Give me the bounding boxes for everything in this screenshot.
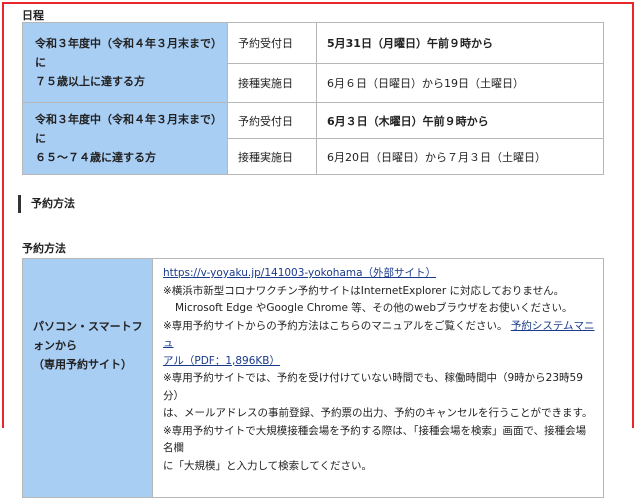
method-sub-heading: 予約方法 xyxy=(22,242,66,255)
method-section-heading: 予約方法 xyxy=(18,195,75,213)
schedule-label: 接種実施日 xyxy=(227,63,317,103)
schedule-label: 接種実施日 xyxy=(227,138,317,175)
method-content: https://v-yoyaku.jp/141003-yokohama（外部サイ… xyxy=(152,258,604,498)
schedule-label: 予約受付日 xyxy=(227,102,317,139)
schedule-value: 6月６日（日曜日）から19日（土曜日） xyxy=(316,63,604,103)
schedule-target-65-74: 令和３年度中（令和４年３月末まで）に ６５～７４歳に達する方 xyxy=(22,102,228,175)
note-browser: ※横浜市新型コロナワクチン予約サイトはInternetExplorer に対応し… xyxy=(163,284,565,297)
note-browser-cont: Microsoft Edge やGoogle Chrome 等、その他のwebブ… xyxy=(175,302,573,314)
schedule-value: 6月３日（木曜日）午前９時から xyxy=(316,102,604,139)
note-hours-cont: は、メールアドレスの事前登録、予約票の出力、予約のキャンセルを行うことができます… xyxy=(163,407,593,419)
note-manual: ※専用予約サイトからの予約方法はこちらのマニュアルをご覧ください。 xyxy=(163,319,508,332)
schedule-table: 令和３年度中（令和４年３月末まで）に ７５歳以上に達する方 予約受付日 5月31… xyxy=(22,22,604,175)
schedule-target-75-over: 令和３年度中（令和４年３月末まで）に ７５歳以上に達する方 xyxy=(22,22,228,103)
note-large-venue-cont: に「大規模」と入力して検索してください。 xyxy=(163,459,373,472)
method-row-label: パソコン・スマートフ ォンから （専用予約サイト） xyxy=(22,258,153,498)
schedule-value: 6月20日（日曜日）から７月３日（土曜日） xyxy=(316,138,604,175)
schedule-label: 予約受付日 xyxy=(227,22,317,64)
note-hours: ※専用予約サイトでは、予約を受け付けていない時間でも、稼働時間中（9時から23時… xyxy=(163,372,583,402)
schedule-heading: 日程 xyxy=(22,9,44,22)
method-table: パソコン・スマートフ ォンから （専用予約サイト） https://v-yoya… xyxy=(22,258,604,498)
manual-pdf-link-part2[interactable]: アル（PDF：1,896KB） xyxy=(163,355,280,367)
note-large-venue: ※専用予約サイトで大規模接種会場を予約する際は、「接種会場を検索」画面で、接種会… xyxy=(163,424,587,455)
reservation-site-link[interactable]: https://v-yoyaku.jp/141003-yokohama（外部サイ… xyxy=(163,267,436,279)
schedule-value: 5月31日（月曜日）午前９時から xyxy=(316,22,604,64)
